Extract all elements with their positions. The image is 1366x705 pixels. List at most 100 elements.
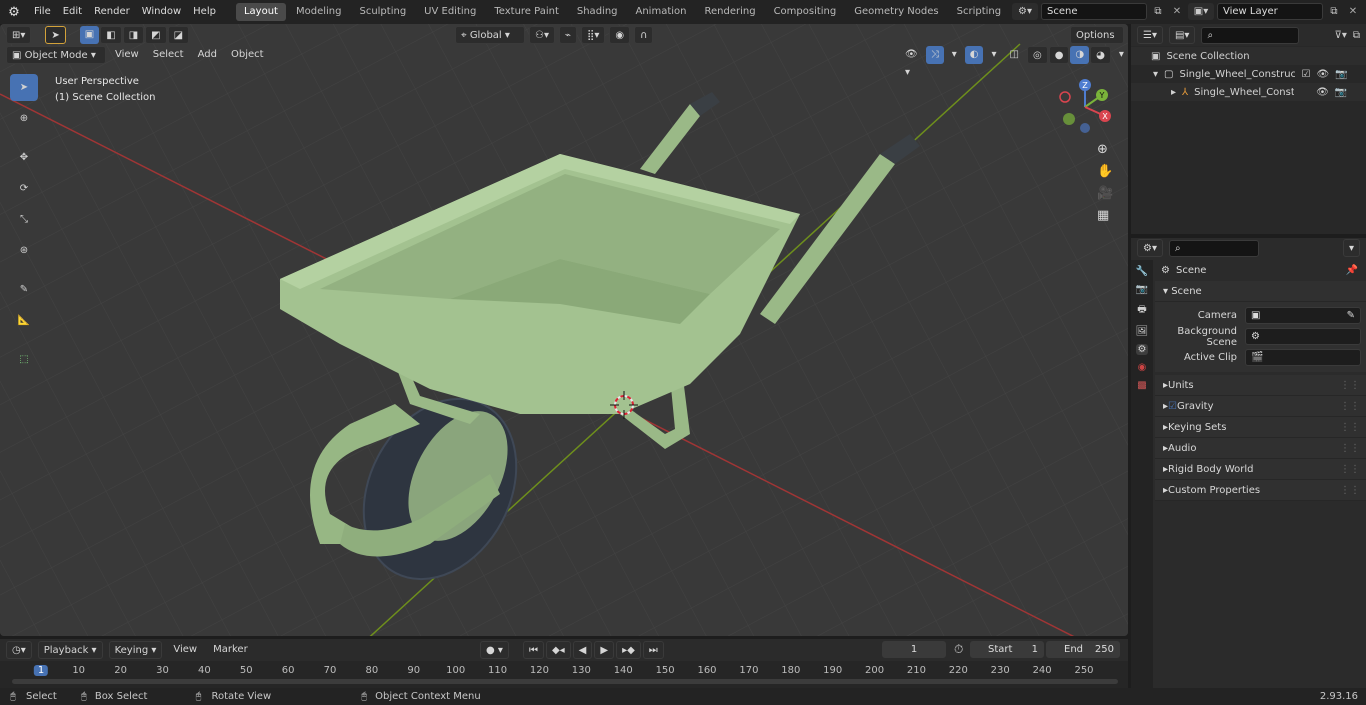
- new-scene-icon[interactable]: ⧉: [1150, 4, 1166, 20]
- drag-handle-icon[interactable]: ⋮⋮: [1340, 422, 1360, 433]
- pan-hand-icon[interactable]: ✋: [1097, 164, 1113, 179]
- outliner-search-input[interactable]: ⌕: [1201, 26, 1300, 44]
- expand-arrow-icon[interactable]: ▾: [1153, 69, 1158, 80]
- select-intersect-icon[interactable]: ◪: [167, 26, 190, 44]
- properties-editor-icon[interactable]: ⚙▾: [1137, 239, 1163, 257]
- properties-search-input[interactable]: ⌕: [1168, 239, 1259, 257]
- drag-handle-icon[interactable]: ⋮⋮: [1340, 401, 1360, 412]
- gizmo-neg-x-icon[interactable]: [1059, 91, 1071, 103]
- camera-restrict-icon[interactable]: 📷: [1335, 87, 1347, 98]
- drag-handle-icon[interactable]: ⋮⋮: [1340, 464, 1360, 475]
- subpanel-custom-properties[interactable]: ▸ Custom Properties ⋮⋮: [1155, 480, 1366, 501]
- snap-icon[interactable]: ⌁: [558, 26, 578, 44]
- properties-options-icon[interactable]: ▾: [1342, 239, 1360, 257]
- cursor-tool-icon[interactable]: ⊕: [10, 105, 38, 132]
- menu-edit[interactable]: Edit: [57, 0, 88, 24]
- 3d-viewport[interactable]: ⊞▾ ➤ ▣ ◧ ◨ ◩ ◪ ⌖ Global ▾ ⚇▾ ⌁ ⣿▾ ◉ ∩ Op…: [0, 24, 1128, 636]
- menu-help[interactable]: Help: [187, 0, 222, 24]
- object-menu[interactable]: Object: [226, 46, 269, 64]
- pivot-icon[interactable]: ⚇▾: [529, 26, 555, 44]
- view-layer-tab-icon[interactable]: 🖼: [1136, 326, 1149, 337]
- eye-icon[interactable]: 👁: [1316, 87, 1329, 98]
- gizmo-neg-y-icon[interactable]: [1063, 113, 1075, 125]
- tab-layout[interactable]: Layout: [235, 3, 286, 21]
- shading-dropdown-icon[interactable]: ▾: [1114, 46, 1128, 64]
- scale-tool-icon[interactable]: ⤡: [10, 206, 38, 233]
- add-cube-tool-icon[interactable]: ⬚: [10, 346, 38, 373]
- delete-scene-icon[interactable]: ✕: [1169, 4, 1185, 20]
- overlay-toggle-icon[interactable]: ◐: [964, 46, 984, 64]
- new-view-layer-icon[interactable]: ⧉: [1326, 4, 1342, 20]
- view-menu[interactable]: View: [110, 46, 144, 64]
- overlay-dropdown-icon[interactable]: ▾: [986, 46, 1001, 64]
- outliner-row-object[interactable]: ▸ ⅄ Single_Wheel_Constructio 👁 📷: [1131, 83, 1366, 101]
- menu-window[interactable]: Window: [136, 0, 187, 24]
- timeline-scrollbar[interactable]: [12, 679, 1118, 684]
- drag-handle-icon[interactable]: ⋮⋮: [1340, 380, 1360, 391]
- rendered-shading-icon[interactable]: ◕: [1090, 46, 1111, 64]
- editor-type-icon[interactable]: ⊞▾: [6, 26, 32, 44]
- tab-compositing[interactable]: Compositing: [766, 3, 845, 21]
- subpanel-audio[interactable]: ▸ Audio ⋮⋮: [1155, 438, 1366, 459]
- mode-dropdown[interactable]: ▣ Object Mode ▾: [6, 46, 106, 64]
- subpanel-units[interactable]: ▸ Units ⋮⋮: [1155, 375, 1366, 396]
- camera-view-icon[interactable]: 🎥: [1097, 186, 1113, 201]
- active-clip-field[interactable]: 🎬: [1245, 349, 1361, 366]
- eye-icon[interactable]: 👁: [1316, 69, 1329, 80]
- scene-tab-icon[interactable]: ⚙: [1135, 344, 1149, 355]
- menu-render[interactable]: Render: [88, 0, 136, 24]
- gizmo-dropdown-icon[interactable]: ▾: [947, 46, 962, 64]
- wireframe-shading-icon[interactable]: ◎: [1026, 46, 1048, 64]
- camera-restrict-icon[interactable]: 📷: [1335, 69, 1347, 80]
- tab-scripting[interactable]: Scripting: [949, 3, 1009, 21]
- orientation-dropdown[interactable]: ⌖ Global ▾: [455, 26, 525, 44]
- tab-texture-paint[interactable]: Texture Paint: [486, 3, 567, 21]
- outliner-row-collection[interactable]: ▾ ▢ Single_Wheel_Construction_T ☑ 👁 📷: [1131, 65, 1366, 83]
- visibility-icon[interactable]: 👁▾: [900, 46, 923, 78]
- drag-handle-icon[interactable]: ⋮⋮: [1340, 485, 1360, 496]
- view-layer-icon[interactable]: ▣▾: [1188, 3, 1214, 20]
- falloff-icon[interactable]: ∩: [634, 26, 654, 44]
- playhead-frame[interactable]: 1: [33, 665, 49, 676]
- subpanel-rigid-body-world[interactable]: ▸ Rigid Body World ⋮⋮: [1155, 459, 1366, 480]
- gizmo-toggle-icon[interactable]: ⤨: [925, 46, 944, 64]
- filter-icon[interactable]: ⊽▾: [1335, 30, 1347, 41]
- delete-view-layer-icon[interactable]: ✕: [1345, 4, 1361, 20]
- outliner-editor-icon[interactable]: ☰▾: [1137, 26, 1163, 44]
- options-dropdown[interactable]: Options ▾: [1070, 26, 1124, 59]
- scene-icon[interactable]: ⚙▾: [1012, 3, 1038, 20]
- tab-rendering[interactable]: Rendering: [696, 3, 763, 21]
- select-invert-icon[interactable]: ◩: [145, 26, 167, 44]
- eyedropper-icon[interactable]: ✎: [1347, 308, 1355, 323]
- select-menu[interactable]: Select: [148, 46, 189, 64]
- rotate-tool-icon[interactable]: ⟳: [10, 175, 38, 202]
- texture-tab-icon[interactable]: ▩: [1137, 380, 1146, 391]
- material-shading-icon[interactable]: ◑: [1070, 46, 1090, 64]
- menu-file[interactable]: File: [28, 0, 57, 24]
- tab-shading[interactable]: Shading: [569, 3, 626, 21]
- subpanel-gravity[interactable]: ▸ ☑ Gravity ⋮⋮: [1155, 396, 1366, 417]
- proportional-edit-icon[interactable]: ◉: [609, 26, 631, 44]
- select-box-tool-icon[interactable]: ➤: [10, 74, 38, 101]
- tab-modeling[interactable]: Modeling: [288, 3, 350, 21]
- view-layer-field[interactable]: View Layer: [1217, 3, 1323, 20]
- solid-shading-icon[interactable]: ●: [1048, 46, 1070, 64]
- select-subtract-icon[interactable]: ◨: [122, 26, 145, 44]
- transform-tool-icon[interactable]: ⊛: [10, 237, 38, 264]
- select-new-icon[interactable]: ▣: [79, 26, 100, 44]
- add-menu[interactable]: Add: [193, 46, 222, 64]
- move-tool-icon[interactable]: ✥: [10, 144, 38, 171]
- tab-uv-editing[interactable]: UV Editing: [416, 3, 484, 21]
- scene-panel-header[interactable]: ▾ Scene: [1155, 281, 1366, 302]
- gizmo-neg-z-icon[interactable]: [1080, 123, 1090, 133]
- tool-tab-icon[interactable]: 🔧: [1136, 266, 1148, 277]
- ortho-grid-icon[interactable]: ▦: [1097, 208, 1113, 223]
- tab-geometry-nodes[interactable]: Geometry Nodes: [846, 3, 946, 21]
- world-tab-icon[interactable]: ◉: [1138, 362, 1147, 373]
- pin-icon[interactable]: 📌: [1346, 265, 1358, 276]
- scene-name-field[interactable]: Scene: [1041, 3, 1147, 20]
- render-tab-icon[interactable]: 📷: [1136, 284, 1148, 295]
- zoom-icon[interactable]: ⊕: [1097, 142, 1113, 157]
- new-collection-icon[interactable]: ⧉: [1353, 30, 1360, 41]
- navigation-gizmo[interactable]: Z Y X: [1055, 76, 1120, 138]
